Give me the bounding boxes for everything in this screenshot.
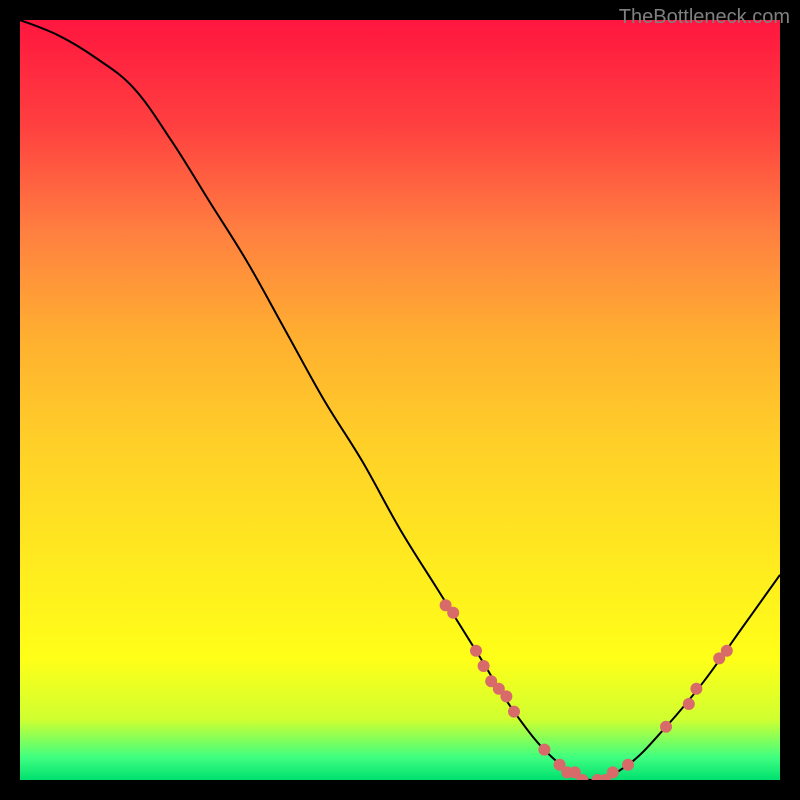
chart-marker xyxy=(470,645,482,657)
chart-markers xyxy=(440,599,733,780)
chart-marker xyxy=(660,721,672,733)
chart-svg xyxy=(20,20,780,780)
chart-marker xyxy=(690,683,702,695)
chart-marker xyxy=(478,660,490,672)
chart-marker xyxy=(500,690,512,702)
chart-marker xyxy=(508,706,520,718)
chart-marker xyxy=(721,645,733,657)
chart-marker xyxy=(447,607,459,619)
chart-plot-area xyxy=(20,20,780,780)
chart-marker xyxy=(607,766,619,778)
chart-marker xyxy=(538,744,550,756)
chart-curve xyxy=(20,20,780,780)
chart-marker xyxy=(683,698,695,710)
attribution-text: TheBottleneck.com xyxy=(619,6,790,29)
chart-marker xyxy=(622,759,634,771)
